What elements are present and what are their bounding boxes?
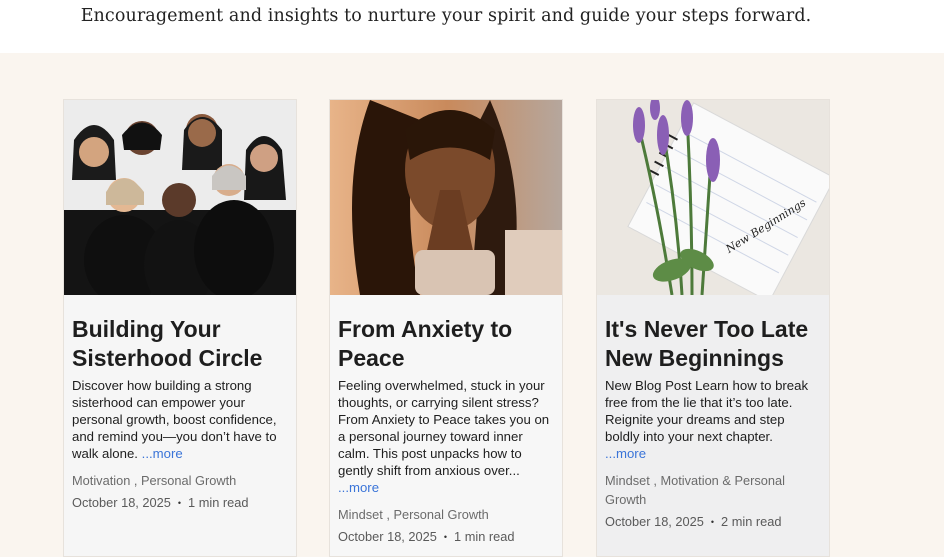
post-excerpt-text: Feeling overwhelmed, stuck in your thoug… <box>338 378 550 478</box>
post-title[interactable]: From Anxiety to Peace <box>338 315 554 373</box>
separator-dot: • <box>443 531 448 542</box>
post-date: October 18, 2025 <box>72 495 171 510</box>
read-more-link[interactable]: ...more <box>142 446 183 461</box>
post-read-time: 1 min read <box>188 495 249 510</box>
post-title[interactable]: Building Your Sisterhood Circle <box>72 315 288 373</box>
post-excerpt-text: New Blog Post Learn how to break free fr… <box>605 378 809 444</box>
post-categories[interactable]: Mindset , Personal Growth <box>338 505 554 524</box>
post-card[interactable]: From Anxiety to Peace Feeling overwhelme… <box>329 99 563 557</box>
post-card[interactable]: Building Your Sisterhood Circle Discover… <box>63 99 297 557</box>
post-excerpt: New Blog Post Learn how to break free fr… <box>605 377 821 462</box>
separator-dot: • <box>177 497 182 508</box>
post-image-woman-praying[interactable] <box>330 100 562 295</box>
post-image-women-group[interactable] <box>64 100 296 295</box>
post-meta: October 18, 2025 • 2 min read <box>605 514 821 529</box>
post-excerpt: Discover how building a strong sisterhoo… <box>72 377 288 462</box>
post-read-time: 1 min read <box>454 529 515 544</box>
page-tagline: Encouragement and insights to nurture yo… <box>80 6 812 26</box>
post-date: October 18, 2025 <box>338 529 437 544</box>
separator-dot: • <box>710 516 715 527</box>
post-card[interactable]: New Beginnings It's Never Too Late New B… <box>596 99 830 557</box>
post-meta: October 18, 2025 • 1 min read <box>338 529 554 544</box>
post-title[interactable]: It's Never Too Late New Beginnings <box>605 315 821 373</box>
post-categories[interactable]: Mindset , Motivation & Personal Growth <box>605 471 821 509</box>
post-image-lavender-notebook[interactable]: New Beginnings <box>597 100 829 295</box>
header-band: Encouragement and insights to nurture yo… <box>0 0 944 53</box>
post-read-time: 2 min read <box>721 514 782 529</box>
post-categories[interactable]: Motivation , Personal Growth <box>72 471 288 490</box>
post-excerpt: Feeling overwhelmed, stuck in your thoug… <box>338 377 554 496</box>
post-meta: October 18, 2025 • 1 min read <box>72 495 288 510</box>
blog-grid-section: Building Your Sisterhood Circle Discover… <box>0 53 944 557</box>
read-more-link[interactable]: ...more <box>605 446 646 461</box>
post-date: October 18, 2025 <box>605 514 704 529</box>
read-more-link[interactable]: ...more <box>338 480 379 495</box>
